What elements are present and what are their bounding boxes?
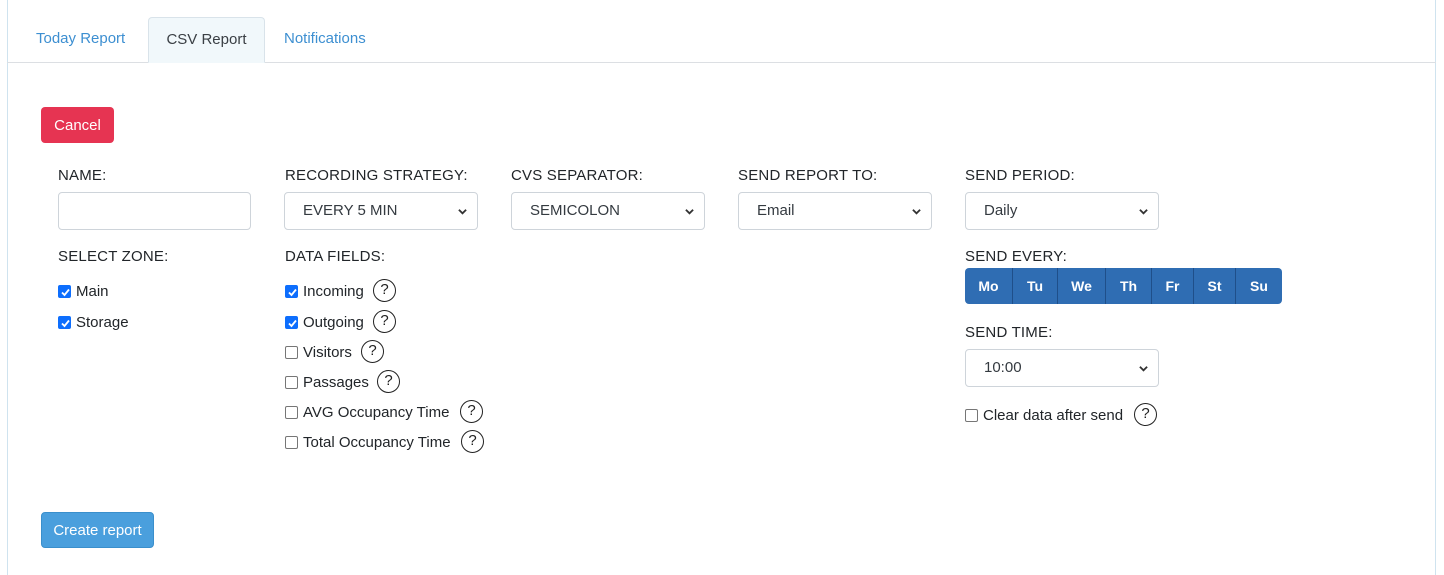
create-report-button[interactable]: Create report — [41, 512, 154, 548]
send-report-to-value: Email — [757, 202, 795, 219]
tab-csv-report[interactable]: CSV Report — [148, 17, 265, 63]
send-period-value: Daily — [984, 202, 1018, 219]
checkbox-checked[interactable] — [285, 285, 298, 298]
send-period-label: SEND PERIOD: — [965, 167, 1075, 184]
csv-separator-select[interactable]: SEMICOLON — [511, 192, 705, 230]
chevron-down-icon — [1139, 209, 1148, 215]
send-time-label: SEND TIME: — [965, 324, 1053, 341]
checkbox-unchecked[interactable] — [285, 346, 298, 359]
chevron-down-icon — [685, 209, 694, 215]
field-total-occupancy-label: Total Occupancy Time — [303, 434, 451, 451]
data-fields-label: DATA FIELDS: — [285, 248, 386, 265]
tab-bar: Today Report CSV Report Notifications — [7, 17, 1436, 63]
tab-today-report[interactable]: Today Report — [20, 17, 141, 63]
send-time-select[interactable]: 10:00 — [965, 349, 1159, 387]
send-report-to-label: SEND REPORT TO: — [738, 167, 878, 184]
checkmark-icon — [288, 319, 297, 328]
checkbox-checked[interactable] — [58, 316, 71, 329]
chevron-down-icon — [1139, 366, 1148, 372]
help-icon[interactable]: ? — [460, 400, 483, 423]
checkbox-unchecked[interactable] — [965, 409, 978, 422]
help-icon[interactable]: ? — [373, 279, 396, 302]
field-outgoing-label: Outgoing — [303, 314, 364, 331]
field-passages-label: Passages — [303, 374, 369, 391]
field-visitors-label: Visitors — [303, 344, 352, 361]
help-icon[interactable]: ? — [373, 310, 396, 333]
zone-storage-label: Storage — [76, 314, 129, 331]
send-time-value: 10:00 — [984, 359, 1022, 376]
send-period-select[interactable]: Daily — [965, 192, 1159, 230]
send-report-to-select[interactable]: Email — [738, 192, 932, 230]
help-icon[interactable]: ? — [461, 430, 484, 453]
day-button-su[interactable]: Su — [1236, 268, 1282, 304]
field-incoming-label: Incoming — [303, 283, 364, 300]
checkmark-icon — [61, 288, 70, 297]
select-zone-label: SELECT ZONE: — [58, 248, 169, 265]
zone-main-label: Main — [76, 283, 109, 300]
day-button-tu[interactable]: Tu — [1013, 268, 1058, 304]
help-icon[interactable]: ? — [361, 340, 384, 363]
chevron-down-icon — [458, 209, 467, 215]
checkbox-unchecked[interactable] — [285, 406, 298, 419]
day-button-we[interactable]: We — [1058, 268, 1106, 304]
tab-notifications[interactable]: Notifications — [268, 17, 382, 63]
checkbox-checked[interactable] — [58, 285, 71, 298]
recording-strategy-select[interactable]: EVERY 5 MIN — [284, 192, 478, 230]
checkbox-checked[interactable] — [285, 316, 298, 329]
send-every-label: SEND EVERY: — [965, 248, 1067, 265]
clear-data-label: Clear data after send — [983, 407, 1124, 424]
help-icon[interactable]: ? — [377, 370, 400, 393]
day-button-th[interactable]: Th — [1106, 268, 1152, 304]
help-icon[interactable]: ? — [1134, 403, 1157, 426]
field-avg-occupancy-label: AVG Occupancy Time — [303, 404, 450, 421]
checkbox-unchecked[interactable] — [285, 376, 298, 389]
day-button-mo[interactable]: Mo — [965, 268, 1013, 304]
cancel-button[interactable]: Cancel — [41, 107, 114, 143]
checkmark-icon — [288, 288, 297, 297]
day-button-st[interactable]: St — [1194, 268, 1236, 304]
recording-strategy-label: RECORDING STRATEGY: — [285, 167, 468, 184]
name-label: NAME: — [58, 167, 107, 184]
recording-strategy-value: EVERY 5 MIN — [303, 202, 398, 219]
csv-separator-label: CVS SEPARATOR: — [511, 167, 643, 184]
weekday-button-group: Mo Tu We Th Fr St Su — [965, 268, 1282, 304]
csv-separator-value: SEMICOLON — [530, 202, 621, 219]
checkmark-icon — [61, 319, 70, 328]
day-button-fr[interactable]: Fr — [1152, 268, 1194, 304]
name-input[interactable] — [58, 192, 251, 230]
checkbox-unchecked[interactable] — [285, 436, 298, 449]
chevron-down-icon — [912, 209, 921, 215]
